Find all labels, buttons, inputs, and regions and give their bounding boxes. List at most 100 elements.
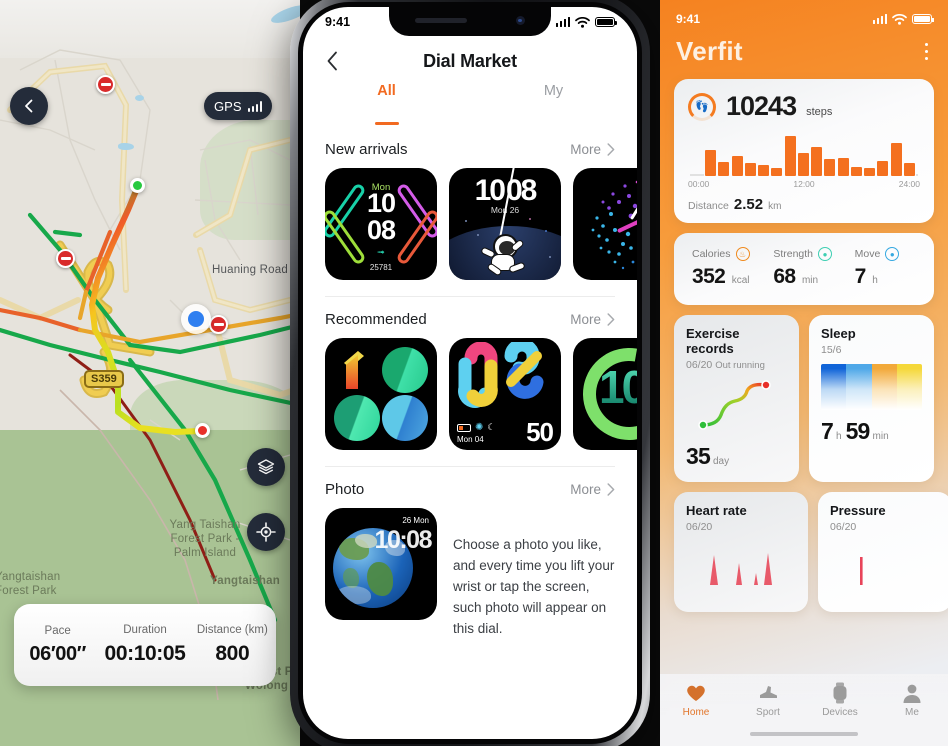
more-link-recommended[interactable]: More — [570, 312, 615, 327]
more-link-new-arrivals[interactable]: More — [570, 142, 615, 157]
tab-me[interactable]: Me — [876, 682, 948, 718]
sleep-stages-chart — [821, 364, 922, 410]
map-panel[interactable]: Huaning Road Yang Taishan Forest Park - … — [0, 0, 300, 746]
verfit-tabbar[interactable]: Home Sport Devices Me — [660, 674, 948, 746]
current-location-marker — [181, 304, 211, 334]
card-unit-2: min — [872, 431, 889, 442]
status-time: 9:41 — [676, 12, 701, 26]
dial-tile-astronaut[interactable]: 1008 Mon 26 — [449, 168, 561, 280]
metric-calories: Calories ♨ 352 kcal — [682, 247, 763, 289]
layers-icon — [257, 459, 275, 475]
card-activity: Out running — [715, 360, 765, 371]
gps-indicator: GPS — [204, 92, 272, 120]
dial-tile-color-0850[interactable]: ✺ ☾ Mon 04 50 — [449, 338, 561, 450]
dial-row-recommended[interactable]: ✺ ☾ Mon 04 50 10 — [303, 338, 637, 450]
map-route-shield: S359 — [84, 370, 124, 388]
route-end-marker — [195, 423, 210, 438]
battery-icon — [912, 14, 934, 24]
axis-tick-start: 00:00 — [688, 179, 710, 189]
tab-label: Sport — [756, 707, 780, 718]
dial-minute: 08 — [366, 215, 396, 245]
card-title: Sleep — [821, 326, 856, 341]
dial-tile-green-ring[interactable]: 10 — [573, 338, 637, 450]
more-label: More — [570, 482, 601, 497]
tab-all[interactable]: All — [303, 83, 470, 119]
chart-bar — [811, 146, 823, 176]
map-label-park-right: Yangtaishan — [210, 575, 280, 587]
map-layers-button[interactable] — [247, 448, 285, 486]
chart-axis: 00:00 12:00 24:00 — [688, 179, 920, 189]
crosshair-icon — [256, 522, 276, 542]
no-entry-icon — [209, 315, 228, 334]
tab-my[interactable]: My — [470, 83, 637, 119]
stat-duration-label: Duration — [123, 624, 167, 636]
photo-dial-row[interactable]: 26 Mon 10:08 Choose a photo you like, an… — [303, 508, 637, 639]
dial-tile-blob-1000[interactable] — [325, 338, 437, 450]
home-indicator — [750, 732, 858, 736]
cards-row-heart-pressure: Heart rate 06/20 Pressure 06/20 — [674, 492, 948, 612]
section-title: Recommended — [325, 311, 427, 328]
card-date: 06/20 — [686, 359, 713, 371]
tab-label: Me — [905, 707, 919, 718]
section-header-recommended: Recommended More — [303, 297, 637, 338]
metric-value: 68 — [773, 265, 796, 288]
more-link-photo[interactable]: More — [570, 482, 615, 497]
cellular-signal-icon — [555, 17, 570, 27]
drop-icon: ● — [818, 247, 833, 261]
exercise-records-card[interactable]: Exercise records 06/20 Out running 35 da… — [674, 315, 799, 482]
map-label-park-left: Yangtaishan Forest Park — [0, 571, 61, 597]
dial-tile-photo-earth[interactable]: 26 Mon 10:08 — [325, 508, 437, 620]
person-icon — [876, 682, 948, 704]
card-value: 35 — [686, 443, 711, 469]
heart-rate-chart — [710, 553, 772, 585]
dial-row-new-arrivals[interactable]: Mon 10 08 ➟ 25781 1008 Mon 26 — [303, 168, 637, 280]
verfit-app-panel[interactable]: 9:41 Verfit 👣 10243 steps 00:00 12:00 24… — [660, 0, 948, 746]
route-start-marker — [130, 178, 145, 193]
chevron-right-icon — [607, 483, 615, 496]
chart-bar — [864, 168, 876, 176]
chart-bar — [758, 165, 770, 176]
pressure-card[interactable]: Pressure 06/20 — [818, 492, 948, 612]
metric-unit: min — [801, 275, 819, 286]
dial-seconds: 50 — [526, 417, 554, 447]
tab-sport[interactable]: Sport — [732, 682, 804, 718]
flame-icon: ♨ — [735, 247, 750, 261]
phone-screen[interactable]: 9:41 Dial Market All My New arrivals Mor… — [303, 7, 637, 739]
chart-bar — [771, 168, 783, 176]
cards-row-exercise-sleep: Exercise records 06/20 Out running 35 da… — [674, 315, 934, 482]
kebab-menu-icon[interactable] — [921, 39, 933, 65]
map-water — [118, 143, 134, 150]
section-header-photo: Photo More — [303, 467, 637, 508]
metric-unit: h — [872, 275, 878, 286]
moon-icon: ☾ — [487, 422, 496, 432]
section-title: New arrivals — [325, 141, 408, 158]
wifi-icon — [892, 13, 907, 25]
stat-distance: Distance (km) 800 — [189, 624, 276, 666]
heart-rate-card[interactable]: Heart rate 06/20 — [674, 492, 808, 612]
map-locate-button[interactable] — [247, 513, 285, 551]
tab-home[interactable]: Home — [660, 682, 732, 718]
map-label-huaning-road: Huaning Road — [212, 264, 288, 276]
map-back-button[interactable] — [10, 87, 48, 125]
digits-0850-graphic — [458, 342, 544, 408]
bluetooth-icon: ✺ — [475, 422, 484, 433]
card-date: 15/6 — [821, 344, 842, 356]
watch-icon — [804, 682, 876, 704]
stat-pace: Pace 06′00″ — [14, 625, 101, 666]
dial-tile-dotted-radial[interactable] — [573, 168, 637, 280]
metric-move: Move ● 7 h — [845, 247, 926, 289]
steps-card[interactable]: 👣 10243 steps 00:00 12:00 24:00 Distance… — [674, 79, 934, 223]
chart-bar — [731, 155, 743, 176]
metrics-card[interactable]: Calories ♨ 352 kcal Strength ● 68 min Mo… — [674, 233, 934, 305]
axis-tick-end: 24:00 — [898, 179, 920, 189]
card-subtitle: 06/20 Out running — [686, 359, 787, 371]
card-title: Exercise records — [686, 326, 740, 356]
wifi-icon — [575, 16, 590, 28]
status-time: 9:41 — [325, 15, 351, 29]
verfit-header: Verfit — [660, 26, 948, 79]
dial-market-content[interactable]: New arrivals More Mon 10 08 ➟ 25781 1008… — [303, 127, 637, 739]
dial-tile-neon-x[interactable]: Mon 10 08 ➟ 25781 — [325, 168, 437, 280]
tab-devices[interactable]: Devices — [804, 682, 876, 718]
stat-distance-label: Distance (km) — [196, 624, 268, 636]
sleep-card[interactable]: Sleep 15/6 7 h 59 min — [809, 315, 934, 482]
